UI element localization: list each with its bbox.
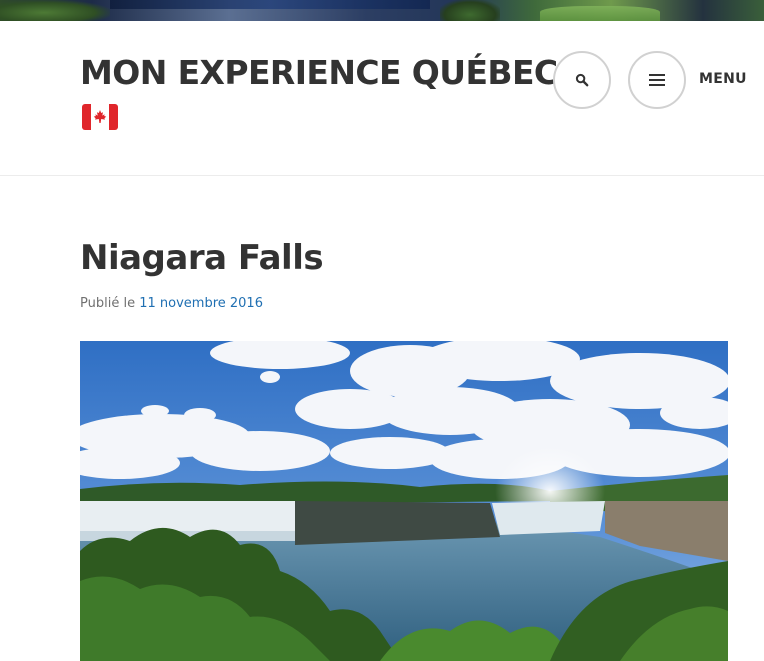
post-title: Niagara Falls [80, 238, 324, 278]
canada-flag-icon [82, 104, 118, 130]
search-button[interactable] [553, 51, 611, 109]
menu-label[interactable]: MENU [699, 71, 747, 87]
search-icon [575, 73, 589, 87]
menu-button[interactable] [628, 51, 686, 109]
header-banner-image [0, 0, 764, 21]
published-prefix: Publié le [80, 296, 136, 311]
hamburger-menu-icon [649, 74, 665, 86]
header-divider [0, 175, 764, 176]
post-meta: Publié le 11 novembre 2016 [80, 296, 263, 311]
site-title[interactable]: MON EXPERIENCE QUÉBEC [80, 53, 558, 93]
niagara-falls-photo [80, 341, 728, 661]
published-date-link[interactable]: 11 novembre 2016 [139, 296, 263, 311]
